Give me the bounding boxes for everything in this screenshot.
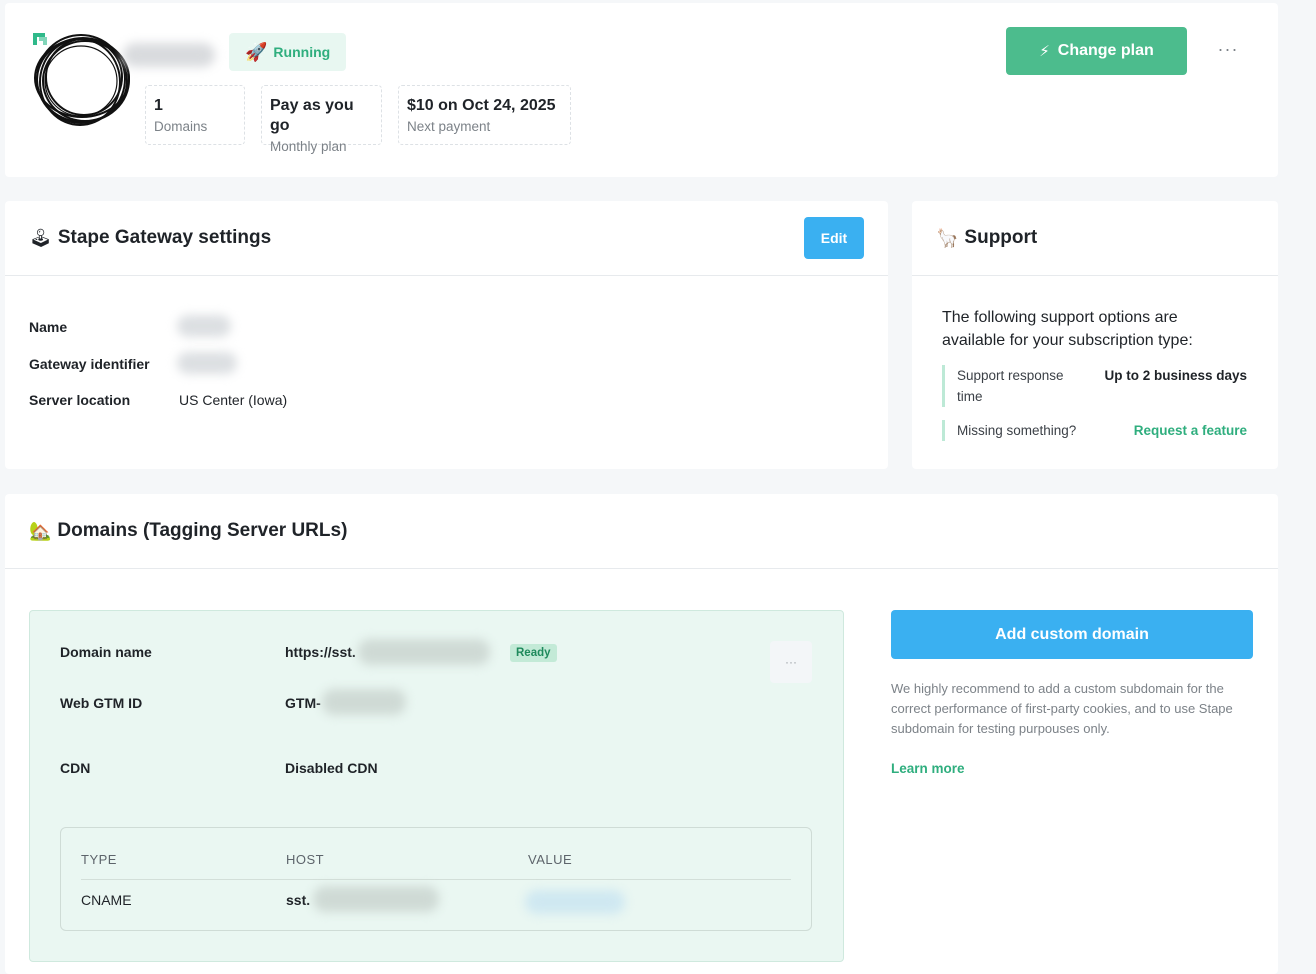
domain-name-value: https://sst. <box>285 644 356 660</box>
gateway-identifier-label: Gateway identifier <box>29 356 150 372</box>
name-value-redacted <box>177 315 231 337</box>
stat-domains: 1 Domains <box>145 85 245 145</box>
dns-header-value: VALUE <box>528 852 573 867</box>
dns-records-table: TYPE HOST VALUE CNAME sst. <box>60 827 812 931</box>
custom-domain-note: We highly recommend to add a custom subd… <box>891 681 1233 736</box>
web-gtm-id-value: GTM- <box>285 695 321 711</box>
stat-value: $10 on Oct 24, 2025 <box>407 97 556 114</box>
server-location-value: US Center (Iowa) <box>179 392 288 408</box>
cdn-value: Disabled CDN <box>285 760 378 776</box>
stat-plan: Pay as you go Monthly plan <box>261 85 382 154</box>
support-intro: The following support options are availa… <box>942 309 1193 349</box>
domain-name-redacted <box>358 639 490 665</box>
stat-next-payment: $10 on Oct 24, 2025 Next payment <box>398 85 571 145</box>
domains-card: 🏡 Domains (Tagging Server URLs) Domain n… <box>5 494 1278 974</box>
subscription-header-card: 🚀 Running 1 Domains Pay as you go Monthl… <box>5 3 1278 177</box>
gateway-identifier-redacted <box>177 352 237 374</box>
more-options-icon[interactable]: ··· <box>1213 39 1243 61</box>
stat-label: Monthly plan <box>270 139 347 154</box>
learn-more-link[interactable]: Learn more <box>891 761 965 776</box>
edit-button[interactable]: Edit <box>804 217 864 259</box>
missing-something-label: Missing something? <box>957 423 1077 438</box>
support-card: 🦙 Support The following support options … <box>912 201 1278 469</box>
server-location-label: Server location <box>29 392 131 408</box>
status-label: Running <box>273 44 331 60</box>
domains-title: 🏡 Domains (Tagging Server URLs) <box>29 520 347 542</box>
stat-label: Domains <box>154 119 208 134</box>
stat-value: Pay as you go <box>270 97 354 134</box>
dns-value-redacted <box>525 890 625 914</box>
gateway-settings-card: 🕹 Stape Gateway settings Edit Name Gatew… <box>5 201 888 469</box>
request-feature-link[interactable]: Request a feature <box>1134 420 1247 441</box>
divider <box>5 275 888 276</box>
status-badge: 🚀 Running <box>229 33 347 71</box>
account-name-redacted <box>123 43 215 67</box>
change-plan-label: Change plan <box>1057 42 1154 59</box>
support-response-label: Support response time <box>957 368 1064 404</box>
scribble-avatar-icon <box>33 33 130 126</box>
add-custom-domain-button[interactable]: Add custom domain <box>891 610 1253 659</box>
domain-menu-button[interactable]: ··· <box>770 641 812 683</box>
missing-something-row: Missing something? Request a feature <box>942 420 1247 441</box>
change-plan-button[interactable]: ⚡ Change plan <box>1006 27 1187 75</box>
stat-label: Next payment <box>407 119 491 134</box>
cdn-label: CDN <box>60 760 91 776</box>
support-response-row: Support response time Up to 2 business d… <box>942 365 1247 407</box>
web-gtm-id-label: Web GTM ID <box>60 695 143 711</box>
support-title-text: Support <box>964 227 1038 248</box>
domain-name-label: Domain name <box>60 644 152 660</box>
stat-value: 1 <box>154 97 163 114</box>
dns-host-redacted <box>313 886 439 912</box>
support-response-value: Up to 2 business days <box>1104 368 1247 383</box>
avatar <box>31 31 135 127</box>
support-title: 🦙 Support <box>936 227 1037 249</box>
joystick-icon: 🕹 <box>29 227 52 249</box>
rocket-icon: 🚀 <box>245 41 268 63</box>
divider <box>5 568 1278 569</box>
dns-host-cell: sst. <box>286 892 311 908</box>
llama-icon: 🦙 <box>936 227 959 249</box>
divider <box>912 275 1278 276</box>
domains-title-text: Domains (Tagging Server URLs) <box>57 520 348 541</box>
dns-header-host: HOST <box>286 852 325 867</box>
domain-entry: Domain name https://sst. Ready ··· Web G… <box>29 610 844 962</box>
lightning-icon: ⚡ <box>1039 42 1050 60</box>
domain-status-badge: Ready <box>510 644 557 662</box>
web-gtm-id-redacted <box>322 689 406 715</box>
dns-header-type: TYPE <box>81 852 117 867</box>
gateway-settings-title-text: Stape Gateway settings <box>57 227 272 248</box>
dns-type-cell: CNAME <box>81 892 132 908</box>
gateway-settings-title: 🕹 Stape Gateway settings <box>29 227 271 249</box>
divider <box>81 879 791 880</box>
house-icon: 🏡 <box>29 520 52 542</box>
name-label: Name <box>29 319 68 335</box>
